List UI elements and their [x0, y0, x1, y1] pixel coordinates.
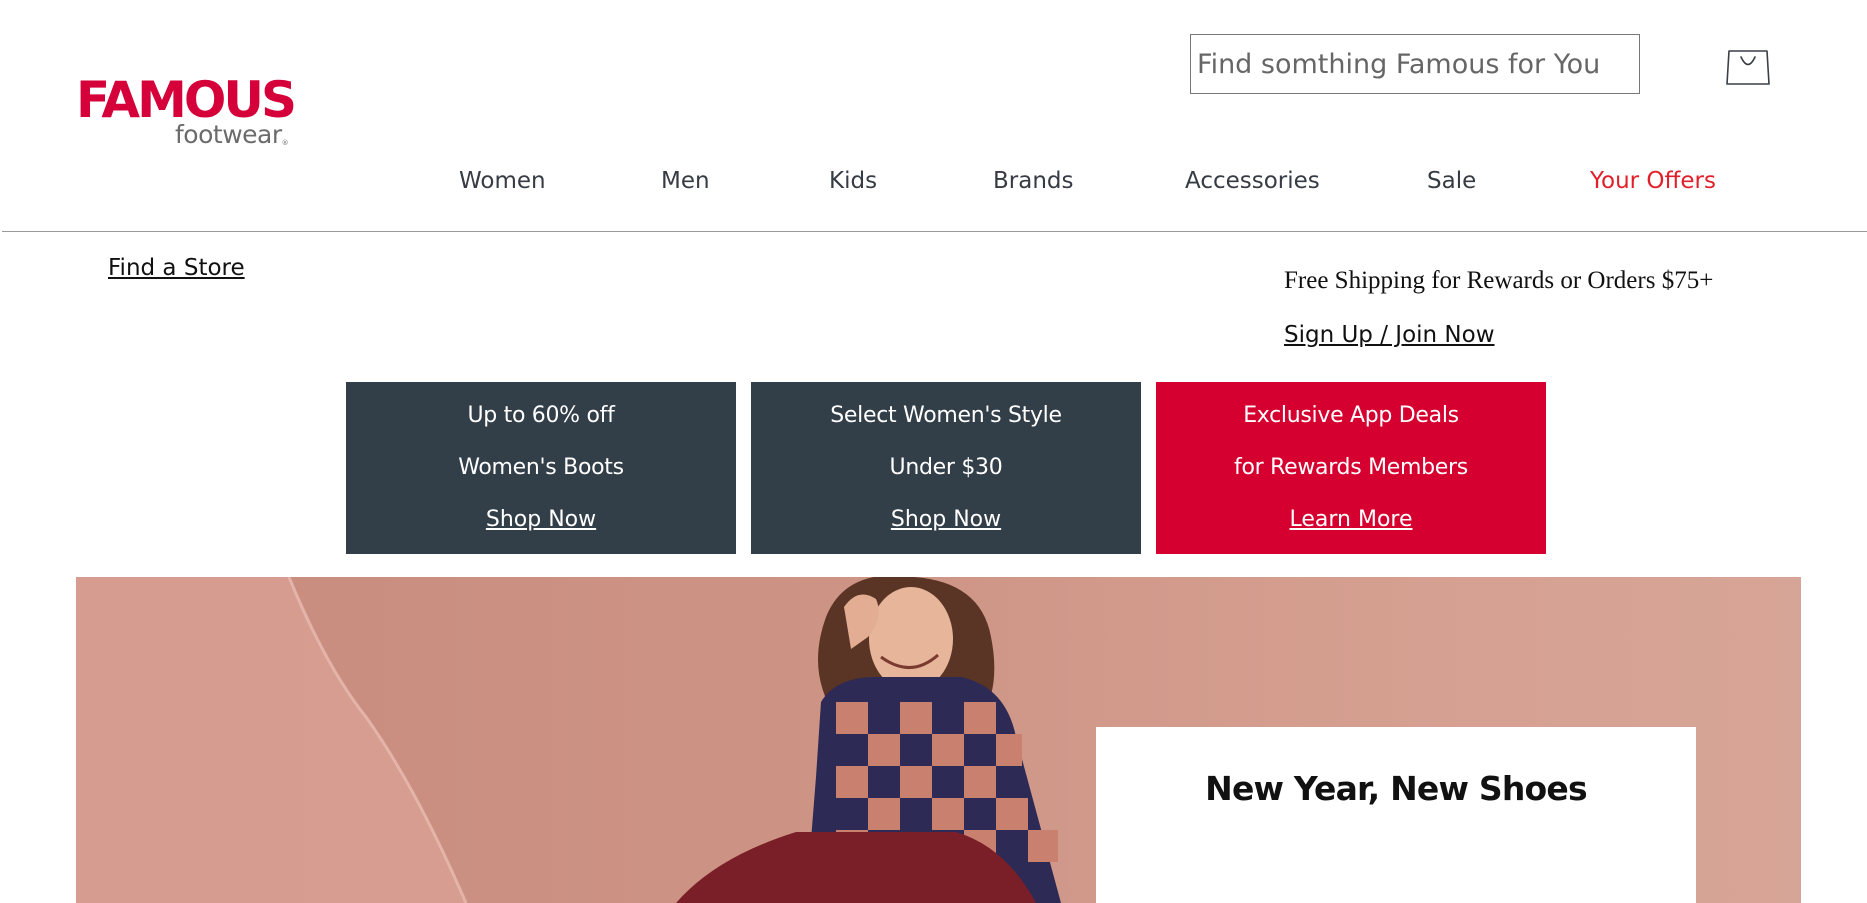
search-input[interactable] — [1197, 35, 1633, 93]
promo-tile-app-deals[interactable]: Exclusive App Deals for Rewards Members … — [1156, 382, 1546, 554]
famous-footwear-logo[interactable]: FAMOUS footwear® — [76, 72, 297, 152]
shop-now-link[interactable]: Shop Now — [486, 494, 596, 546]
promo-subline: Women's Boots — [458, 455, 624, 480]
promo-headline: Up to 60% off — [467, 403, 615, 428]
nav-item-brands[interactable]: Brands — [993, 162, 1074, 200]
shop-now-link[interactable]: Shop Now — [891, 494, 1001, 546]
nav-item-women[interactable]: Women — [459, 162, 546, 200]
promo-tile-womens-boots[interactable]: Up to 60% off Women's Boots Shop Now — [346, 382, 736, 554]
promo-headline: Exclusive App Deals — [1243, 403, 1459, 428]
nav-item-your-offers[interactable]: Your Offers — [1590, 162, 1716, 200]
promo-subline: Under $30 — [889, 455, 1003, 480]
shopping-bag-icon[interactable] — [1726, 46, 1770, 86]
logo-subtitle: footwear® — [175, 120, 289, 149]
free-shipping-message: Free Shipping for Rewards or Orders $75+ — [1284, 267, 1714, 294]
learn-more-link[interactable]: Learn More — [1289, 494, 1412, 546]
main-navigation: Women Men Kids Brands Accessories Sale Y… — [0, 162, 1867, 200]
find-store-link[interactable]: Find a Store — [108, 255, 245, 281]
search-box[interactable] — [1190, 34, 1640, 94]
nav-item-men[interactable]: Men — [661, 162, 710, 200]
hero-title: New Year, New Shoes — [1205, 769, 1587, 808]
hero-banner[interactable]: New Year, New Shoes — [76, 577, 1801, 903]
nav-item-accessories[interactable]: Accessories — [1185, 162, 1320, 200]
nav-item-kids[interactable]: Kids — [829, 162, 877, 200]
hero-card: New Year, New Shoes — [1096, 727, 1696, 903]
promo-tile-womens-style[interactable]: Select Women's Style Under $30 Shop Now — [751, 382, 1141, 554]
header-divider — [2, 231, 1867, 232]
signup-link[interactable]: Sign Up / Join Now — [1284, 322, 1495, 348]
promo-subline: for Rewards Members — [1234, 455, 1468, 480]
promo-headline: Select Women's Style — [830, 403, 1062, 428]
nav-item-sale[interactable]: Sale — [1427, 162, 1476, 200]
